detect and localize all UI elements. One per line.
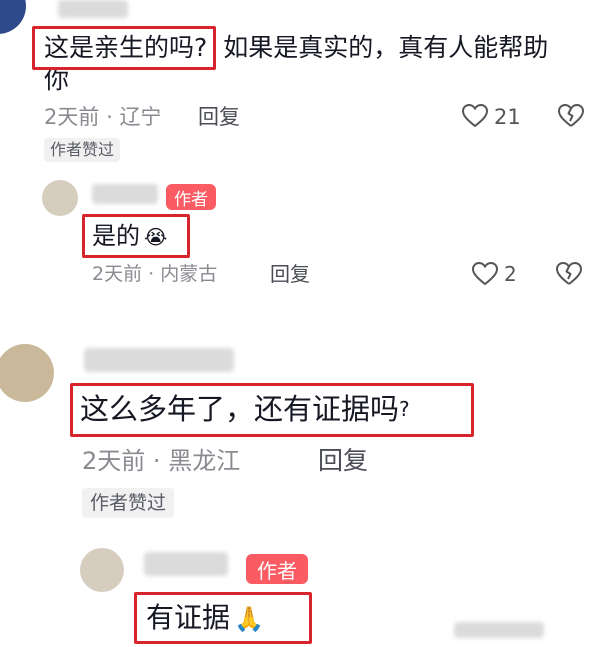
reply-location: 内蒙古 bbox=[160, 263, 218, 285]
highlight-box bbox=[82, 214, 190, 258]
username-blurred[interactable] bbox=[58, 0, 128, 18]
highlight-box bbox=[70, 383, 474, 437]
comment-time: 2天前 bbox=[82, 447, 146, 475]
broken-heart-icon[interactable] bbox=[558, 104, 584, 128]
comment-text-rest: 如果是真实的，真有人能帮助 bbox=[223, 33, 549, 62]
username-blurred[interactable] bbox=[144, 552, 228, 576]
comment-meta: 2天前 · 黑龙江 bbox=[82, 446, 240, 476]
author-badge: 作者 bbox=[246, 554, 308, 584]
username-blurred[interactable] bbox=[92, 184, 158, 204]
like-count: 21 bbox=[494, 105, 521, 129]
comment-location: 黑龙江 bbox=[168, 447, 241, 475]
username-blurred[interactable] bbox=[84, 348, 234, 372]
separator: · bbox=[106, 105, 113, 129]
reply-button[interactable]: 回复 bbox=[198, 104, 240, 130]
avatar[interactable] bbox=[80, 548, 124, 592]
reply-meta: 2天前 · 内蒙古 bbox=[92, 262, 217, 286]
reply-button[interactable]: 回复 bbox=[318, 446, 368, 476]
author-badge: 作者 bbox=[166, 184, 216, 210]
avatar[interactable] bbox=[42, 180, 78, 216]
avatar[interactable] bbox=[0, 344, 54, 402]
reply-time: 2天前 bbox=[92, 263, 143, 285]
separator: · bbox=[152, 447, 161, 475]
separator: · bbox=[148, 263, 155, 285]
heart-icon[interactable] bbox=[472, 262, 498, 286]
heart-icon[interactable] bbox=[462, 104, 488, 128]
like-count: 2 bbox=[504, 262, 517, 286]
reply-button[interactable]: 回复 bbox=[270, 262, 310, 286]
author-liked-note: 作者赞过 bbox=[44, 138, 121, 162]
highlight-box bbox=[134, 592, 312, 644]
comment-location: 辽宁 bbox=[119, 105, 162, 129]
watermark-blurred bbox=[454, 622, 544, 638]
highlight-box bbox=[32, 26, 216, 70]
author-liked-note: 作者赞过 bbox=[82, 488, 175, 518]
broken-heart-icon[interactable] bbox=[556, 262, 582, 286]
comment-meta: 2天前 · 辽宁 bbox=[44, 104, 161, 130]
comment-time: 2天前 bbox=[44, 105, 100, 129]
avatar[interactable] bbox=[0, 0, 26, 34]
